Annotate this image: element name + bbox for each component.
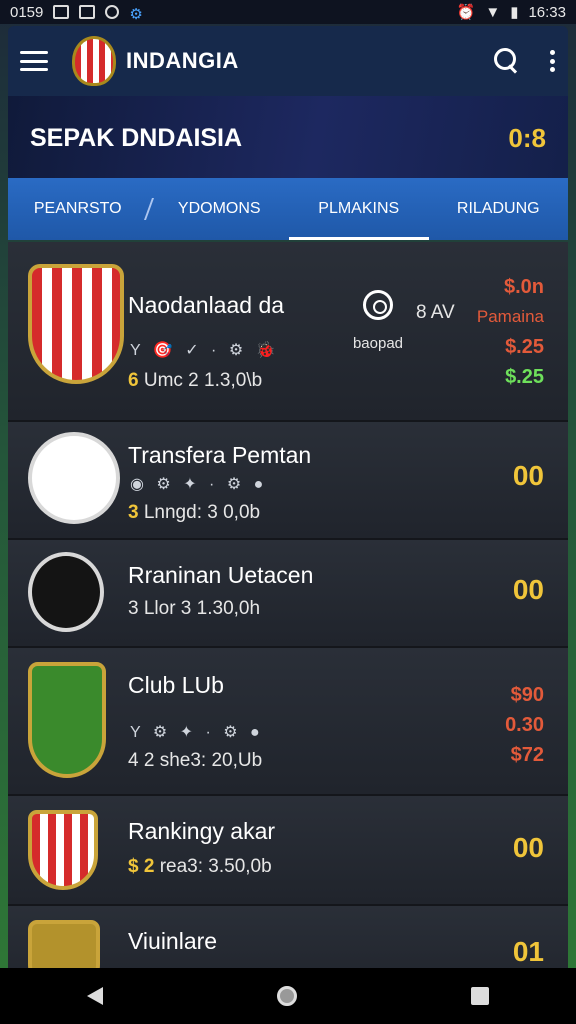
club-name: Transfera Pemtan — [128, 442, 312, 468]
status-time: 0159 — [10, 3, 44, 21]
club-name: Club LUb — [128, 672, 224, 698]
price-block: $.0n Pamaina $.25 $.25 — [477, 272, 544, 392]
search-icon[interactable] — [494, 48, 520, 74]
gallery-icon — [53, 5, 70, 19]
wifi-icon: ▼ — [485, 3, 501, 21]
club-badge — [28, 432, 120, 524]
price-value: $72 — [510, 744, 544, 766]
tab-label: RILADUNG — [456, 200, 540, 217]
list-item[interactable]: Naodanlaad da Y 🎯 ✓ · ⚙ 🐞 6 Umc 2 1.3,0\… — [8, 242, 568, 422]
banner-title: SEPAK DNDAISIA — [30, 123, 243, 152]
app-notification-icon: ⚙ — [129, 6, 143, 23]
club-stats: 6 Umc 2 1.3,0\b — [128, 370, 262, 392]
club-badge — [28, 810, 98, 890]
banner-score: 0:8 — [508, 122, 546, 153]
list-item[interactable]: Transfera Pemtan ◉ ⚙ ✦ · ⚙ ● 3 Lnngd: 3 … — [8, 422, 568, 540]
tab-label: PLMAKINS — [318, 200, 400, 217]
tab-label: YDOMONS — [177, 200, 261, 217]
more-options-icon[interactable] — [550, 50, 556, 72]
club-badge — [28, 552, 104, 632]
club-name: Rraninan Uetacen — [128, 562, 314, 588]
price-label: Pamaina — [476, 307, 544, 326]
recent-apps-icon[interactable] — [471, 987, 489, 1005]
list-item[interactable]: Rraninan Uetacen 3 Llor 3 1.30,0h 00 — [8, 540, 568, 648]
list-item[interactable]: Rankingy akar $ 2 rea3: 3.50,0b 00 — [8, 796, 568, 906]
mid-extra: 8 AV — [416, 302, 455, 323]
system-nav-bar — [0, 968, 576, 1024]
club-name: Rankingy akar — [128, 818, 276, 844]
club-score: 00 — [512, 574, 544, 605]
club-logo — [72, 36, 116, 86]
club-icons: ◉ ⚙ ✦ · ⚙ ● — [130, 476, 268, 493]
battery-icon: ▮ — [510, 4, 519, 21]
stats-text: Umc 2 1.3,0\b — [143, 370, 263, 391]
stats-text: Lnngd: 3 0,0b — [143, 502, 261, 523]
price-value: $.25 — [505, 336, 544, 358]
club-score: 00 — [512, 832, 544, 863]
price-block: $90 0.30 $72 — [505, 680, 544, 770]
price-value: $.0n — [503, 276, 544, 298]
menu-icon[interactable] — [20, 51, 48, 71]
stats-text: 3 Llor 3 1.30,0h — [128, 598, 261, 619]
club-badge — [28, 264, 124, 384]
club-badge — [28, 920, 100, 968]
tab-peanrsto[interactable]: PEANRSTO — [8, 178, 148, 240]
match-banner[interactable]: SEPAK DNDAISIA 0:8 — [8, 96, 568, 180]
target-icon — [363, 290, 393, 320]
home-icon[interactable] — [277, 986, 297, 1006]
record-icon — [105, 5, 120, 19]
club-icons: Y ⚙ ✦ · ⚙ ● — [130, 724, 264, 741]
club-stats: $ 2 rea3: 3.50,0b — [128, 856, 272, 878]
club-badge — [28, 662, 106, 778]
club-list: Naodanlaad da Y 🎯 ✓ · ⚙ 🐞 6 Umc 2 1.3,0\… — [8, 242, 568, 968]
tab-bar: PEANRSTO YDOMONS PLMAKINS RILADUNG — [8, 178, 568, 240]
club-mid-info: baopad — [338, 290, 418, 352]
club-stats: 4 2 she3: 20,Ub — [128, 750, 262, 772]
app-title: INDANGIA — [126, 48, 239, 73]
tab-plmakins[interactable]: PLMAKINS — [289, 178, 429, 240]
club-score: 01 — [512, 936, 544, 967]
tab-label: PEANRSTO — [33, 200, 122, 217]
alarm-icon: ⏰ — [456, 4, 476, 21]
list-item[interactable]: Club LUb Y ⚙ ✦ · ⚙ ● 4 2 she3: 20,Ub $90… — [8, 648, 568, 796]
price-value: $90 — [510, 684, 544, 706]
status-clock: 16:33 — [528, 3, 566, 21]
club-stats: 3 Llor 3 1.30,0h — [128, 598, 260, 620]
stats-highlight: 6 — [128, 370, 139, 391]
list-item[interactable]: Viuinlare 01 — [8, 906, 568, 968]
back-icon[interactable] — [87, 987, 103, 1005]
tab-riladung[interactable]: RILADUNG — [429, 178, 569, 240]
club-icons: Y 🎯 ✓ · ⚙ 🐞 — [130, 342, 280, 359]
price-value: $.25 — [505, 366, 544, 388]
status-bar: 0159 ⚙ ⏰ ▼ ▮ 16:33 — [0, 0, 576, 24]
club-score: 00 — [512, 460, 544, 491]
app-bar: INDANGIA — [8, 26, 568, 96]
price-value: 0.30 — [505, 714, 544, 736]
club-name: Naodanlaad da — [128, 292, 285, 318]
close-box-icon — [79, 5, 96, 19]
mid-label: baopad — [352, 335, 404, 352]
stats-text: rea3: 3.50,0b — [159, 856, 272, 877]
tab-ydomons[interactable]: YDOMONS — [150, 178, 290, 240]
club-name: Viuinlare — [128, 928, 218, 954]
stats-text: 4 2 she3: 20,Ub — [128, 750, 263, 771]
stats-highlight: 3 — [128, 502, 139, 523]
stats-highlight: $ 2 — [128, 856, 155, 877]
club-stats: 3 Lnngd: 3 0,0b — [128, 502, 260, 524]
